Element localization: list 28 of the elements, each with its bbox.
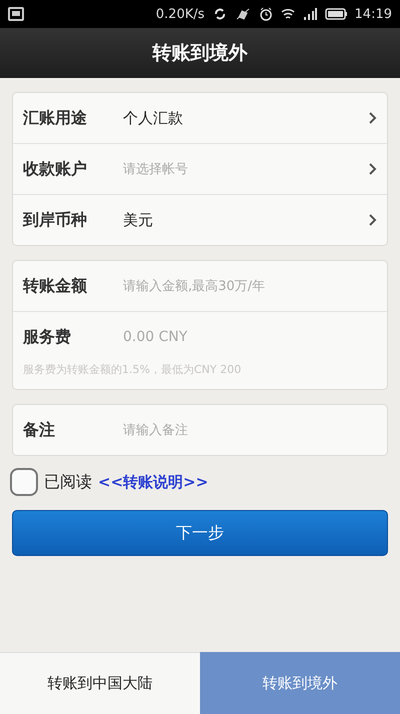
chevron-right-icon — [369, 163, 377, 175]
screen-title: 转账到境外 — [152, 41, 248, 66]
sync-icon — [212, 7, 227, 21]
chevron-right-icon — [369, 214, 377, 226]
network-speed: 0.20K/s — [156, 6, 205, 22]
field-label: 汇账用途 — [23, 108, 88, 128]
bottom-tab[interactable]: 转账到中国大陆 — [0, 652, 200, 714]
battery-icon — [324, 8, 347, 20]
next-step-button[interactable]: 下一步 — [12, 510, 388, 556]
field-label: 转账金额 — [23, 276, 88, 296]
input-field[interactable]: 请输入金额,最高30万/年 — [123, 278, 377, 294]
field-label: 备注 — [23, 420, 56, 440]
wifi-icon — [280, 8, 295, 20]
clock-time: 14:19 — [354, 6, 392, 22]
selected-value[interactable]: 个人汇款 — [123, 108, 369, 128]
image-icon — [8, 7, 24, 21]
field-label: 服务费 — [23, 326, 72, 348]
instructions-link[interactable]: <<转账说明>> — [98, 472, 208, 492]
checkbox[interactable] — [10, 468, 38, 496]
field-label: 收款账户 — [23, 158, 88, 180]
input-field[interactable]: 请输入备注 — [123, 422, 377, 438]
checkbox-label: 已阅读 — [44, 472, 92, 492]
chevron-right-icon — [369, 112, 377, 124]
selected-value[interactable]: 美元 — [123, 210, 369, 230]
alarm-icon — [258, 7, 273, 21]
field-value: 0.00 CNY — [123, 329, 188, 345]
signal-icon — [302, 8, 317, 20]
field-label: 到岸币种 — [23, 210, 88, 230]
